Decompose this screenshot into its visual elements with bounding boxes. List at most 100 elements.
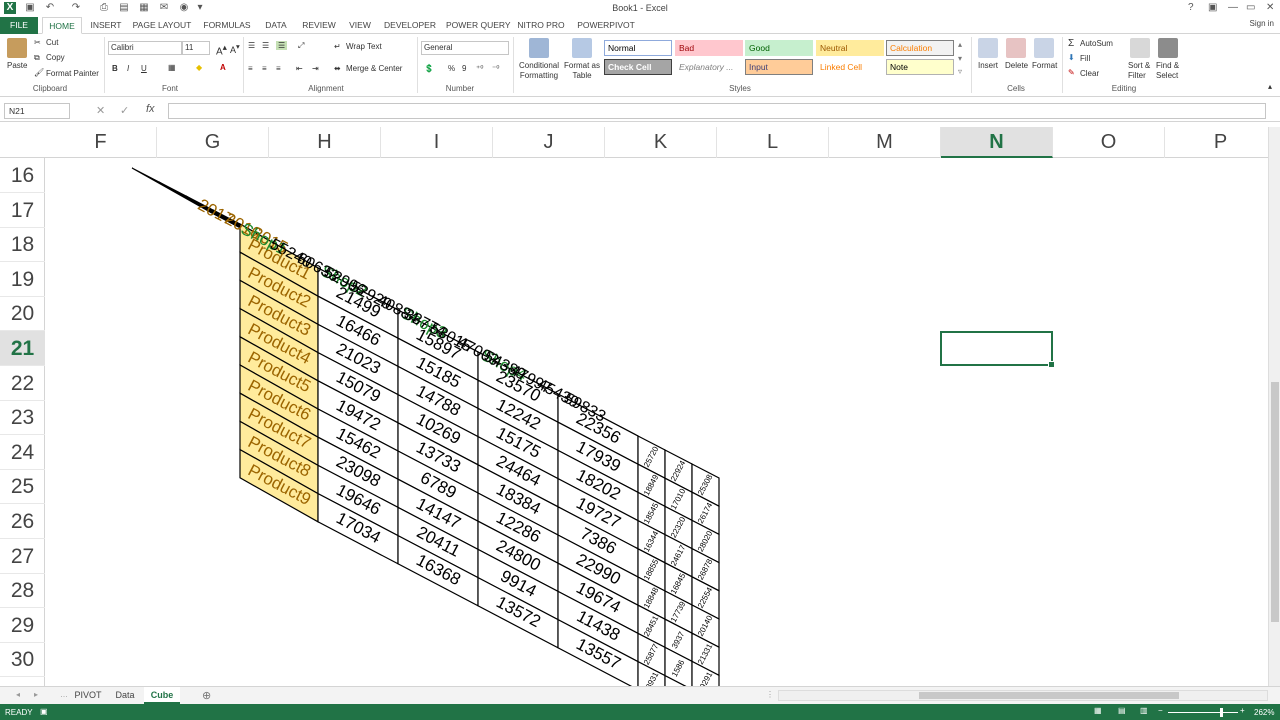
find-select-button[interactable]: Find & Select — [1156, 61, 1186, 81]
column-header-l[interactable]: L — [717, 127, 829, 158]
insert-cells-button[interactable]: Insert — [978, 61, 998, 70]
comma-style-button[interactable]: 9 — [462, 64, 466, 73]
cell-style-calculation[interactable]: Calculation — [886, 40, 954, 56]
cell-style-explanatory[interactable]: Explanatory ... — [675, 59, 743, 75]
align-middle-icon[interactable]: ☰ — [262, 41, 269, 50]
enter-icon[interactable]: ✓ — [120, 104, 129, 117]
align-top-icon[interactable]: ☰ — [248, 41, 255, 50]
sheet-tab-pivot[interactable]: PIVOT — [70, 687, 106, 704]
underline-button[interactable]: U — [141, 64, 147, 73]
cell-style-check-cell[interactable]: Check Cell — [604, 59, 672, 75]
restore-icon[interactable]: ▭ — [1246, 2, 1255, 13]
row-header-26[interactable]: 26 — [0, 504, 45, 539]
column-header-m[interactable]: M — [829, 127, 941, 158]
paste-label[interactable]: Paste — [7, 61, 27, 70]
decrease-indent-icon[interactable]: ⇤ — [296, 64, 303, 73]
worksheet-grid[interactable]: 2015 2016 2017 Shop1 Shop2 Shop3 Shop4 52906 606… — [45, 158, 1268, 686]
row-header-25[interactable]: 25 — [0, 469, 45, 505]
format-as-table-icon[interactable] — [572, 38, 592, 58]
vertical-scrollbar[interactable] — [1268, 127, 1280, 686]
row-header-30[interactable]: 30 — [0, 642, 45, 678]
delete-cells-button[interactable]: Delete — [1005, 61, 1028, 70]
tab-home[interactable]: HOME — [42, 17, 82, 34]
grow-font-icon[interactable]: A▴ — [216, 42, 227, 57]
sheet-tab-data[interactable]: Data — [110, 687, 140, 704]
tab-file[interactable]: FILE — [0, 17, 38, 34]
macro-record-icon[interactable]: ▣ — [40, 707, 48, 716]
column-header-k[interactable]: K — [605, 127, 717, 158]
collapse-ribbon-icon[interactable]: ▴ — [1268, 82, 1272, 91]
insert-cells-icon[interactable] — [978, 38, 998, 58]
font-name-select[interactable]: Calibri — [108, 41, 182, 55]
name-box[interactable]: N21 — [4, 103, 70, 119]
fill-icon[interactable]: ⬇ — [1068, 53, 1075, 62]
prev-sheet-icon[interactable]: ◂ — [16, 690, 20, 699]
conditional-formatting-icon[interactable] — [529, 38, 549, 58]
align-bottom-icon[interactable]: ☰ — [276, 41, 288, 50]
align-center-icon[interactable]: ≡ — [262, 64, 267, 73]
column-header-i[interactable]: I — [381, 127, 493, 158]
merge-center-icon[interactable]: ⬌ — [334, 64, 341, 73]
zoom-slider-thumb[interactable] — [1220, 708, 1223, 717]
font-size-select[interactable]: 11 — [182, 41, 210, 55]
delete-cells-icon[interactable] — [1006, 38, 1026, 58]
tab-formulas[interactable]: FORMULAS — [200, 17, 254, 34]
cut-icon[interactable]: ✂ — [34, 38, 41, 47]
cancel-icon[interactable]: ✕ — [96, 104, 105, 117]
merge-center-button[interactable]: Merge & Center — [346, 64, 402, 73]
conditional-formatting-button[interactable]: Conditional Formatting — [516, 61, 562, 81]
zoom-level[interactable]: 262% — [1254, 708, 1274, 717]
minimize-icon[interactable]: — — [1228, 2, 1238, 13]
format-cells-button[interactable]: Format — [1032, 61, 1057, 70]
italic-button[interactable]: I — [127, 64, 129, 73]
clear-button[interactable]: Clear — [1080, 69, 1099, 78]
gallery-down-icon[interactable]: ▾ — [958, 54, 962, 63]
find-select-icon[interactable] — [1158, 38, 1178, 58]
format-as-table-button[interactable]: Format as Table — [564, 61, 600, 81]
more-sheets-icon[interactable]: … — [60, 690, 68, 699]
row-header-22[interactable]: 22 — [0, 366, 45, 401]
ribbon-display-icon[interactable]: ▣ — [1208, 2, 1217, 13]
row-header-27[interactable]: 27 — [0, 539, 45, 574]
tab-split-icon[interactable]: ⋮ — [766, 690, 774, 699]
column-header-n[interactable]: N — [941, 127, 1053, 158]
zoom-slider[interactable] — [1168, 712, 1238, 713]
clear-icon[interactable]: ✎ — [1068, 68, 1075, 77]
bold-button[interactable]: B — [112, 64, 118, 73]
copy-button[interactable]: Copy — [46, 53, 65, 62]
gallery-more-icon[interactable]: ▿ — [958, 67, 962, 76]
sheet-tab-cube[interactable]: Cube — [144, 687, 180, 704]
increase-decimal-icon[interactable]: ⁺⁰ — [476, 64, 483, 73]
gallery-up-icon[interactable]: ▴ — [958, 40, 962, 49]
tab-page-layout[interactable]: PAGE LAYOUT — [132, 17, 192, 34]
borders-icon[interactable]: ▦ — [168, 63, 176, 72]
zoom-out-icon[interactable]: − — [1158, 706, 1163, 715]
new-sheet-icon[interactable]: ⊕ — [202, 689, 211, 702]
active-cell-n21[interactable] — [940, 331, 1055, 368]
sort-filter-icon[interactable] — [1130, 38, 1150, 58]
row-header-18[interactable]: 18 — [0, 227, 45, 263]
fill-color-icon[interactable]: ◆ — [196, 63, 202, 72]
row-header-20[interactable]: 20 — [0, 296, 45, 332]
row-header-24[interactable]: 24 — [0, 435, 45, 470]
wrap-text-button[interactable]: Wrap Text — [346, 42, 382, 51]
page-layout-view-icon[interactable]: ▤ — [1118, 706, 1126, 715]
column-header-o[interactable]: O — [1053, 127, 1165, 158]
font-color-icon[interactable]: A — [220, 63, 226, 72]
tab-developer[interactable]: DEVELOPER — [384, 17, 436, 34]
zoom-in-icon[interactable]: + — [1240, 706, 1245, 715]
row-header-29[interactable]: 29 — [0, 608, 45, 643]
orientation-icon[interactable]: ⤢ — [298, 41, 304, 51]
cell-style-good[interactable]: Good — [745, 40, 813, 56]
close-icon[interactable]: ✕ — [1266, 2, 1274, 13]
row-header-17[interactable]: 17 — [0, 193, 45, 228]
tab-review[interactable]: REVIEW — [300, 17, 338, 34]
tab-powerpivot[interactable]: POWERPIVOT — [576, 17, 636, 34]
column-header-h[interactable]: H — [269, 127, 381, 158]
cell-style-input[interactable]: Input — [745, 59, 813, 75]
align-left-icon[interactable]: ≡ — [248, 64, 253, 73]
fill-button[interactable]: Fill — [1080, 54, 1090, 63]
copy-icon[interactable]: ⧉ — [34, 53, 40, 63]
wrap-text-icon[interactable]: ↵ — [334, 42, 341, 51]
row-header-21[interactable]: 21 — [0, 331, 45, 366]
